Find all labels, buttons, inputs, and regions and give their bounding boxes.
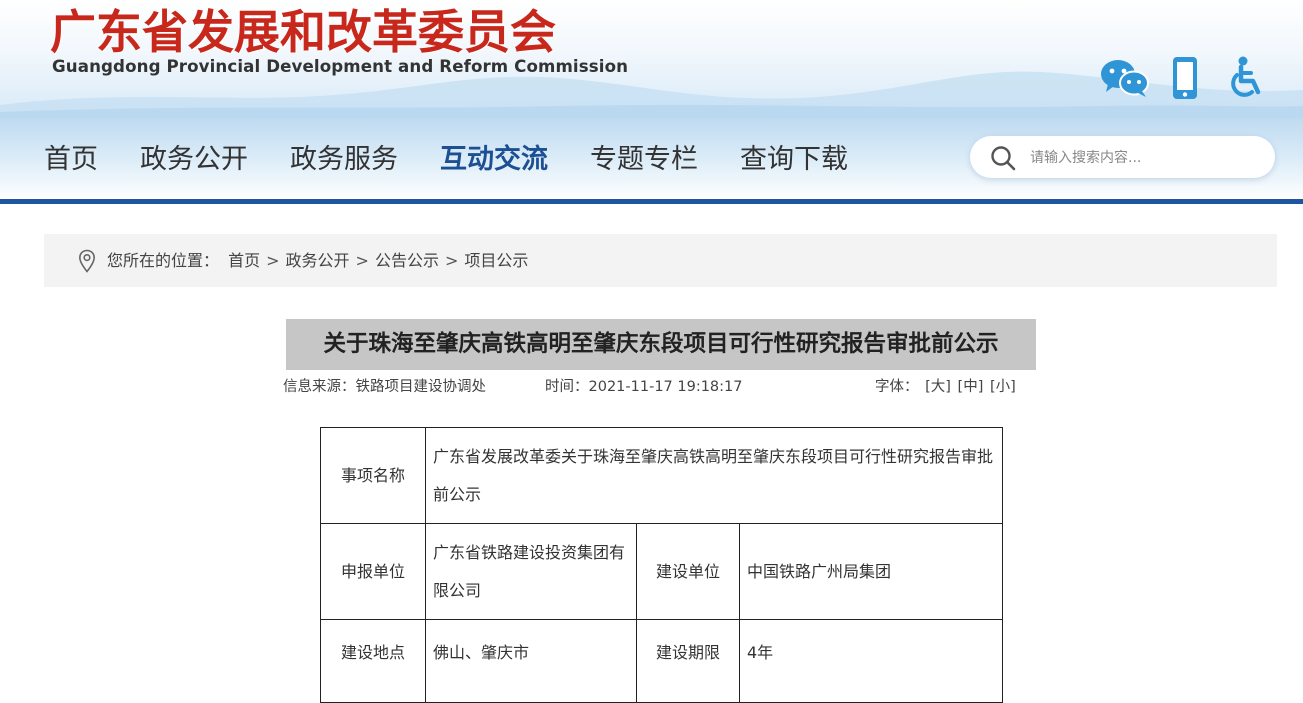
- site-subtitle: Guangdong Provincial Development and Ref…: [52, 57, 629, 77]
- table-row: 事项名称 广东省发展改革委关于珠海至肇庆高铁高明至肇庆东段项目可行性研究报告审批…: [320, 427, 1003, 524]
- article-time: 时间：2021-11-17 19:18:17: [545, 379, 743, 395]
- accessibility-icon[interactable]: [1228, 56, 1266, 100]
- builder-label: 建设单位: [636, 523, 740, 620]
- nav-item-government-affairs[interactable]: 政务公开: [140, 140, 248, 180]
- breadcrumb-separator: >: [444, 251, 459, 270]
- breadcrumb-item-announcements[interactable]: 公告公示: [375, 251, 439, 270]
- breadcrumb-prefix: 您所在的位置：: [107, 251, 220, 270]
- nav-item-query-download[interactable]: 查询下载: [740, 140, 848, 180]
- breadcrumb-trail: 您所在的位置： 首页 > 政务公开 > 公告公示 > 项目公示: [107, 234, 528, 287]
- nav-item-interaction[interactable]: 互动交流: [440, 140, 548, 180]
- location-value: 佛山、肇庆市: [425, 619, 637, 703]
- font-size-large-link[interactable]: [大]: [925, 379, 951, 395]
- font-size-small-link[interactable]: [小]: [990, 379, 1016, 395]
- period-value: 4年: [739, 619, 1003, 703]
- breadcrumb-separator: >: [355, 251, 369, 270]
- font-size-label: 字体：: [875, 379, 919, 395]
- period-label: 建设期限: [636, 619, 740, 703]
- nav-item-government-services[interactable]: 政务服务: [290, 140, 398, 180]
- site-title: 广东省发展和改革委员会: [50, 5, 556, 59]
- font-size-switcher: 字体： [大] [中] [小]: [875, 377, 1016, 397]
- breadcrumb-item-home[interactable]: 首页: [228, 251, 260, 270]
- font-size-medium-link[interactable]: [中]: [958, 379, 984, 395]
- search-input[interactable]: [1028, 144, 1262, 172]
- article-source: 信息来源：铁路项目建设协调处: [283, 379, 486, 395]
- breadcrumb-item-project-notice[interactable]: 项目公示: [464, 251, 528, 270]
- item-name-value: 广东省发展改革委关于珠海至肇庆高铁高明至肇庆东段项目可行性研究报告审批前公示: [425, 427, 1003, 524]
- applicant-label: 申报单位: [320, 523, 426, 620]
- location-pin-icon: [78, 249, 96, 273]
- table-row: 申报单位 广东省铁路建设投资集团有限公司 建设单位 中国铁路广州局集团: [320, 523, 1003, 620]
- item-name-label: 事项名称: [320, 427, 426, 524]
- mobile-icon[interactable]: [1170, 56, 1200, 100]
- breadcrumb-item-government-affairs[interactable]: 政务公开: [286, 251, 350, 270]
- location-label: 建设地点: [320, 619, 426, 703]
- applicant-value: 广东省铁路建设投资集团有限公司: [425, 523, 637, 620]
- wechat-icon[interactable]: [1100, 56, 1150, 100]
- search-box: [970, 136, 1275, 178]
- breadcrumb-separator: >: [266, 251, 280, 270]
- nav-item-home[interactable]: 首页: [44, 140, 98, 180]
- nav-item-special-topics[interactable]: 专题专栏: [590, 140, 698, 180]
- header-banner: 广东省发展和改革委员会 Guangdong Provincial Develop…: [0, 0, 1303, 120]
- project-info-table: 事项名称 广东省发展改革委关于珠海至肇庆高铁高明至肇庆东段项目可行性研究报告审批…: [320, 427, 1003, 703]
- nav-divider: [0, 199, 1303, 204]
- table-row: 建设地点 佛山、肇庆市 建设期限 4年: [320, 619, 1003, 703]
- article-title: 关于珠海至肇庆高铁高明至肇庆东段项目可行性研究报告审批前公示: [286, 319, 1036, 370]
- builder-value: 中国铁路广州局集团: [739, 523, 1003, 620]
- breadcrumb: 您所在的位置： 首页 > 政务公开 > 公告公示 > 项目公示: [44, 234, 1277, 287]
- search-icon[interactable]: [990, 145, 1016, 171]
